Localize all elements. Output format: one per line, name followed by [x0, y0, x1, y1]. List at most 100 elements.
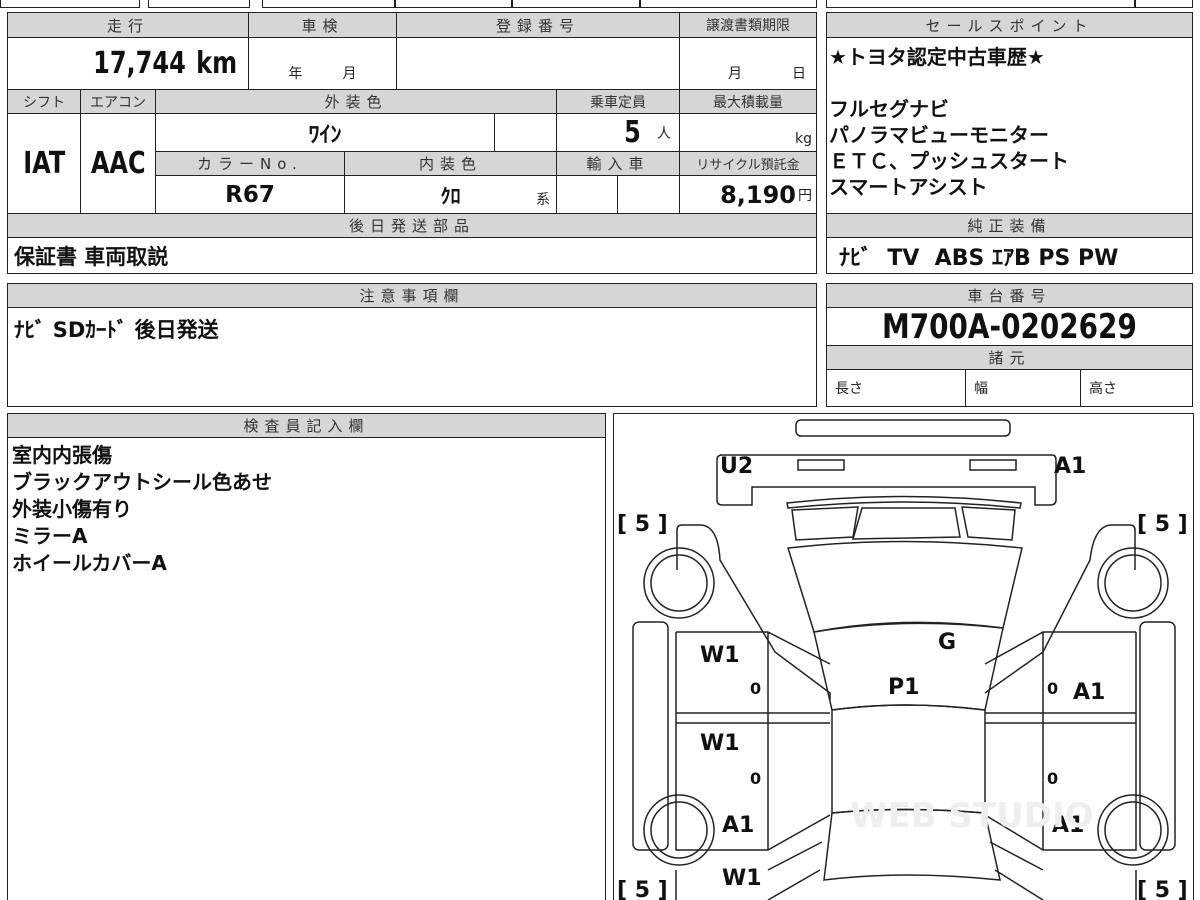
rear-lamp-right: [968, 458, 1017, 471]
import-value-2: [617, 175, 680, 214]
rear-lamp-left: [796, 458, 845, 471]
height-label: 高さ: [1080, 369, 1193, 407]
notes-value: ﾅﾋﾞ SDｶｰﾄﾞ 後日発送: [7, 307, 817, 407]
mark: 0: [1047, 679, 1058, 698]
auction-sheet: 走行 車検 登録番号 譲渡書類期限 17,744 km 年月 月日 シフト エア…: [0, 0, 1200, 900]
color-no-value: R67: [155, 175, 345, 214]
ac-text: AAC: [90, 146, 146, 181]
capacity-value: 5人: [556, 113, 680, 152]
label-rear-right: A1: [1054, 454, 1086, 479]
inspection-value: 年月: [248, 37, 397, 90]
tread-front-left: [ 5 ]: [617, 878, 668, 900]
top-strip-cell: [512, 0, 640, 8]
capacity-unit: 人: [657, 125, 671, 142]
shift-value: IAT: [7, 113, 81, 214]
top-strip-cell: [148, 0, 250, 8]
sales-point-line: パノラマビューモニター: [829, 123, 1049, 147]
chassis-value: M700A-0202629: [826, 307, 1193, 346]
label-rear-left: U2: [720, 454, 753, 479]
sales-point-line: [829, 70, 1069, 96]
transfer-deadline-label: 譲渡書類期限: [679, 12, 817, 38]
inspector-body: 室内内張傷 ブラックアウトシール色あせ 外装小傷有り ミラーA ホイールカバーA: [7, 437, 606, 900]
sales-point-line: ＥＴＣ、プッシュスタート: [829, 149, 1069, 173]
damage-diagram: U2 A1 [ 5 ] [ 5 ] [ 5 ] [ 5 ] G P1 W1 W1…: [613, 413, 1194, 900]
car-diagram-svg: U2 A1 [ 5 ] [ 5 ] [ 5 ] [ 5 ] G P1 W1 W1…: [617, 418, 1188, 900]
tread-rear-right: [ 5 ]: [1137, 512, 1188, 537]
mileage-number: 17,744: [93, 46, 186, 81]
ac-label: エアコン: [80, 89, 156, 114]
exterior-color-extra: [494, 113, 557, 152]
inspector-line: ブラックアウトシール色あせ: [12, 470, 272, 494]
mark: 0: [750, 679, 761, 698]
registration-value: [396, 37, 680, 90]
watermark: WEB STUDIO: [850, 796, 1094, 836]
transfer-day: 日: [792, 66, 806, 82]
recycle-number: 8,190: [720, 180, 796, 209]
inspector-label: 検査員記入欄: [7, 413, 606, 438]
chassis-label: 車台番号: [826, 283, 1193, 308]
max-load-label: 最大積載量: [679, 89, 817, 114]
max-load-value: kg: [679, 113, 817, 152]
exterior-color-label: 外装色: [155, 89, 557, 114]
body-upper-outline: [675, 523, 1136, 700]
inspector-line: 室内内張傷: [12, 443, 112, 467]
mileage-unit: km: [195, 46, 237, 81]
top-strip-cell: [1135, 0, 1193, 8]
import-label: 輸入車: [556, 151, 680, 176]
sales-point-lines: ★トヨタ認定中古車歴★ フルセグナビ パノラマビューモニター ＥＴＣ、プッシュスタート…: [829, 44, 1069, 200]
label-roof: P1: [888, 675, 919, 700]
capacity-number: 5: [624, 115, 641, 150]
front-right-wheel: [1096, 793, 1169, 866]
mileage-value: 17,744 km: [7, 37, 249, 90]
length-label: 長さ: [826, 369, 966, 407]
sales-point-body: ★トヨタ認定中古車歴★ フルセグナビ パノラマビューモニター ＥＴＣ、プッシュスタート…: [826, 37, 1193, 214]
recycle-value: 8,190 円: [679, 175, 817, 214]
sales-point-line: スマートアシスト: [829, 175, 988, 199]
later-parts-value: 保証書 車両取説: [7, 237, 817, 274]
shift-text: IAT: [22, 146, 65, 181]
sales-point-line: ★トヨタ認定中古車歴★: [829, 45, 1045, 69]
label-left-front-side: W1: [722, 866, 762, 891]
inspection-label: 車検: [248, 12, 397, 38]
ac-value: AAC: [80, 113, 156, 214]
sales-point-line: フルセグナビ: [829, 97, 949, 121]
label-glass: G: [938, 630, 956, 655]
color-no-label: カラーNo.: [155, 151, 345, 176]
recycle-unit: 円: [798, 187, 812, 204]
top-strip-cell: [826, 0, 1135, 8]
rear-left-wheel: [642, 546, 715, 619]
registration-label: 登録番号: [396, 12, 680, 38]
rear-left-wheel-inner: [649, 553, 708, 612]
tread-front-right: [ 5 ]: [1137, 878, 1188, 900]
spec-label: 諸元: [826, 345, 1193, 370]
rear-panel: [715, 453, 1057, 506]
exterior-color-value: ﾜｲﾝ: [155, 113, 495, 152]
inspector-line: 外装小傷有り: [12, 497, 132, 521]
rear-right-wheel-inner: [1103, 553, 1162, 612]
recycle-label: リサイクル預託金: [679, 151, 817, 176]
rear-quarter-windows: [790, 505, 1016, 541]
top-strip-cell: [640, 0, 817, 8]
top-strip-cell: [395, 0, 512, 8]
interior-color-suffix: 系: [536, 192, 550, 208]
left-side-sill: [631, 620, 669, 851]
label-left-front-door: W1: [700, 731, 740, 756]
top-strip-cell: [262, 0, 395, 8]
later-parts-label: 後日発送部品: [7, 213, 817, 238]
sales-point-label: セールスポイント: [826, 12, 1193, 38]
transfer-month: 月: [728, 66, 742, 82]
inspection-year: 年: [288, 66, 303, 82]
import-value-1: [556, 175, 618, 214]
mark: 0: [750, 769, 761, 788]
inspector-lines: 室内内張傷 ブラックアウトシール色あせ 外装小傷有り ミラーA ホイールカバーA: [12, 442, 272, 577]
transfer-deadline-value: 月日: [679, 37, 817, 90]
interior-color-value: ｸﾛ 系: [344, 175, 557, 214]
shift-label: シフト: [7, 89, 81, 114]
front-left-wheel: [642, 793, 715, 866]
spoiler: [785, 495, 1022, 509]
equipment-label: 純正装備: [826, 213, 1193, 238]
label-left-rear-door: W1: [700, 643, 740, 668]
label-left-front-fender: A1: [722, 813, 754, 838]
label-right-rear-door: A1: [1073, 680, 1105, 705]
inspector-line: ホイールカバーA: [12, 551, 167, 575]
